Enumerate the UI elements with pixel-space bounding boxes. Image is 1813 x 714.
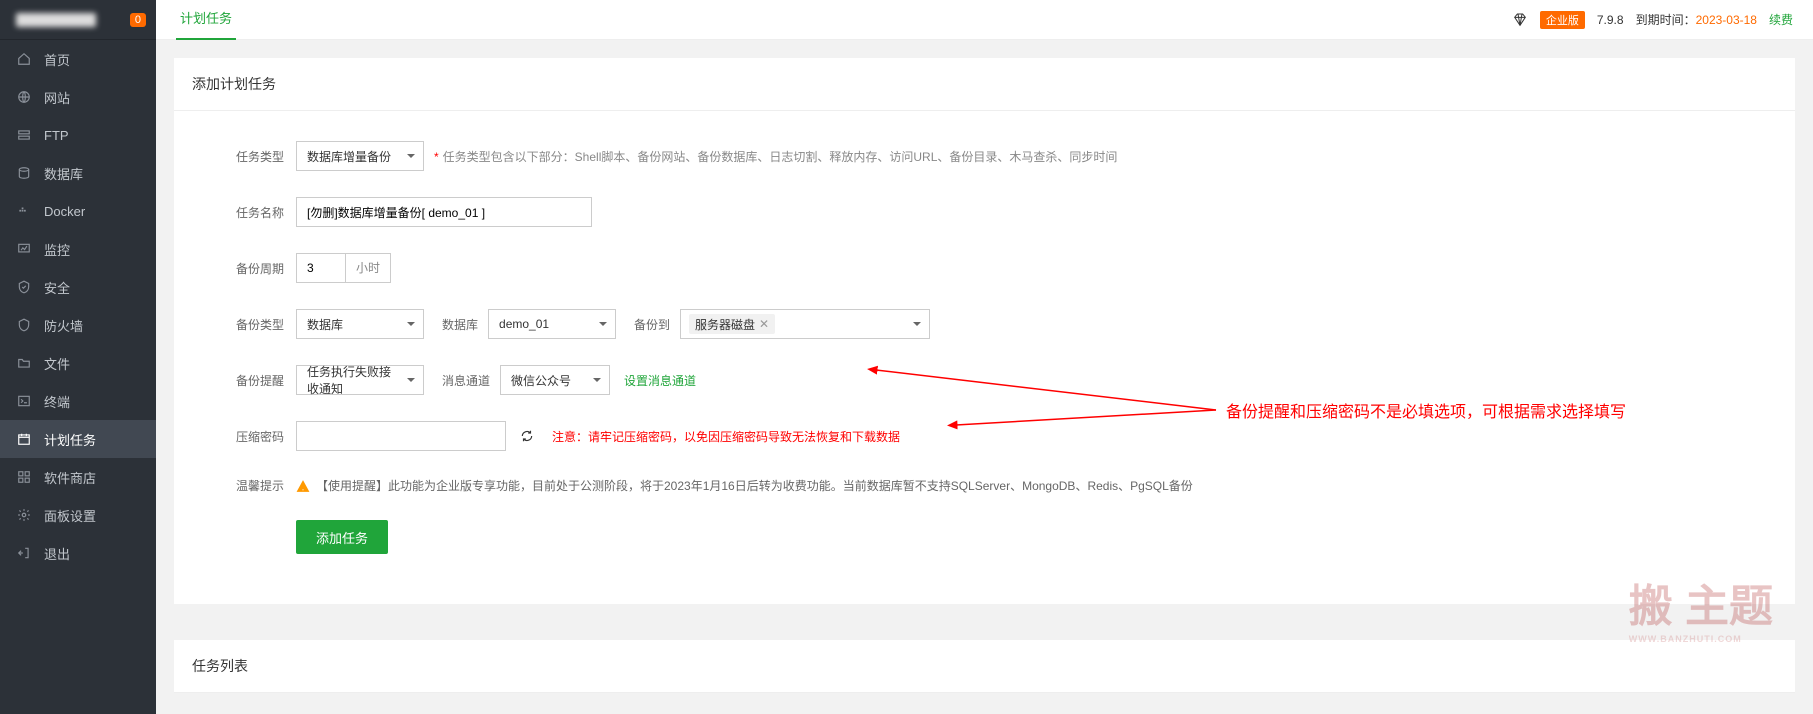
sidebar-item-files[interactable]: 文件 [0, 344, 156, 382]
firewall-icon [14, 318, 34, 332]
sidebar-item-settings[interactable]: 面板设置 [0, 496, 156, 534]
label-compress-pwd: 压缩密码 [224, 428, 284, 445]
sidebar-item-label: 退出 [44, 544, 70, 563]
shield-icon [14, 280, 34, 294]
sidebar-item-cron[interactable]: 计划任务 [0, 420, 156, 458]
sidebar-item-label: 终端 [44, 392, 70, 411]
sidebar-item-label: 数据库 [44, 164, 83, 183]
select-channel[interactable]: 微信公众号 [500, 365, 610, 395]
sidebar-item-site[interactable]: 网站 [0, 78, 156, 116]
form-body: 任务类型 数据库增量备份 *任务类型包含以下部分：Shell脚本、备份网站、备份… [174, 111, 1795, 604]
monitor-icon [14, 242, 34, 256]
add-task-panel: 添加计划任务 任务类型 数据库增量备份 *任务类型包含以下部分：Shell脚本、… [174, 58, 1795, 604]
tab-cron[interactable]: 计划任务 [176, 0, 236, 40]
expire-date: 2023-03-18 [1696, 13, 1757, 27]
globe-icon [14, 90, 34, 104]
calendar-icon [14, 432, 34, 446]
sidebar-item-store[interactable]: 软件商店 [0, 458, 156, 496]
task-list-panel: 任务列表 [174, 640, 1795, 693]
sidebar-item-firewall[interactable]: 防火墙 [0, 306, 156, 344]
sidebar-item-label: FTP [44, 128, 69, 143]
hint-task-type: *任务类型包含以下部分：Shell脚本、备份网站、备份数据库、日志切割、释放内存… [434, 148, 1117, 165]
panel-title: 添加计划任务 [174, 58, 1795, 111]
label-task-type: 任务类型 [224, 148, 284, 165]
select-backup-type[interactable]: 数据库 [296, 309, 424, 339]
sidebar-header: xxxxx 0 [0, 0, 156, 40]
topbar-right: 企业版 7.9.8 到期时间：2023-03-18 续费 [1512, 11, 1793, 29]
docker-icon [14, 204, 34, 218]
diamond-icon [1512, 12, 1528, 28]
label-backup-type: 备份类型 [224, 316, 284, 333]
folder-icon [14, 356, 34, 370]
sidebar: xxxxx 0 首页 网站 FTP 数据库 Docker 监控 安 [0, 0, 156, 714]
label-backup-cycle: 备份周期 [224, 260, 284, 277]
sidebar-item-label: 面板设置 [44, 506, 96, 525]
sidebar-item-ftp[interactable]: FTP [0, 116, 156, 154]
select-db[interactable]: demo_01 [488, 309, 616, 339]
add-task-button[interactable]: 添加任务 [296, 520, 388, 554]
dest-chip: 服务器磁盘 ✕ [689, 314, 775, 334]
logout-icon [14, 546, 34, 560]
label-backup-remind: 备份提醒 [224, 372, 284, 389]
sidebar-item-label: 软件商店 [44, 468, 96, 487]
sidebar-item-label: 文件 [44, 354, 70, 373]
sidebar-item-label: 安全 [44, 278, 70, 297]
select-remind[interactable]: 任务执行失败接收通知 [296, 365, 424, 395]
sidebar-item-monitor[interactable]: 监控 [0, 230, 156, 268]
tip-text: 【使用提醒】此功能为企业版专享功能，目前处于公测阶段，将于2023年1月16日后… [316, 477, 1193, 494]
sidebar-item-label: 计划任务 [44, 430, 96, 449]
sidebar-item-label: 网站 [44, 88, 70, 107]
input-backup-cycle[interactable] [296, 253, 346, 283]
sidebar-item-terminal[interactable]: 终端 [0, 382, 156, 420]
link-config-channel[interactable]: 设置消息通道 [624, 372, 696, 389]
sidebar-item-label: Docker [44, 204, 85, 219]
grid-icon [14, 470, 34, 484]
msg-count-badge[interactable]: 0 [130, 13, 146, 27]
expire-label: 到期时间： [1636, 13, 1696, 27]
refresh-icon[interactable] [520, 429, 534, 443]
input-compress-pwd[interactable] [296, 421, 506, 451]
hint-compress-pwd: 注意：请牢记压缩密码，以免因压缩密码导致无法恢复和下载数据 [552, 428, 900, 445]
sidebar-item-home[interactable]: 首页 [0, 40, 156, 78]
label-task-name: 任务名称 [224, 204, 284, 221]
unit-hours: 小时 [346, 253, 391, 283]
edition-badge: 企业版 [1540, 11, 1585, 29]
sidebar-item-logout[interactable]: 退出 [0, 534, 156, 572]
label-tip: 温馨提示 [224, 477, 284, 494]
task-list-title: 任务列表 [174, 640, 1795, 693]
sidebar-item-db[interactable]: 数据库 [0, 154, 156, 192]
server-name-blurred: xxxxx [16, 13, 96, 27]
annotation-text: 备份提醒和压缩密码不是必填选项，可根据需求选择填写 [1226, 398, 1626, 422]
renew-link[interactable]: 续费 [1769, 11, 1793, 28]
warning-icon [296, 479, 310, 493]
input-task-name[interactable] [296, 197, 592, 227]
sidebar-item-label: 首页 [44, 50, 70, 69]
sidebar-item-docker[interactable]: Docker [0, 192, 156, 230]
sidebar-item-security[interactable]: 安全 [0, 268, 156, 306]
remove-dest-icon[interactable]: ✕ [759, 317, 769, 331]
sidebar-item-label: 防火墙 [44, 316, 83, 335]
select-dest[interactable]: 服务器磁盘 ✕ [680, 309, 930, 339]
label-channel: 消息通道 [442, 372, 490, 389]
sidebar-item-label: 监控 [44, 240, 70, 259]
terminal-icon [14, 394, 34, 408]
version-text: 7.9.8 [1597, 13, 1624, 27]
topbar: 计划任务 企业版 7.9.8 到期时间：2023-03-18 续费 [156, 0, 1813, 40]
label-dest: 备份到 [634, 316, 670, 333]
label-db: 数据库 [442, 316, 478, 333]
ftp-icon [14, 128, 34, 142]
main-area: 计划任务 企业版 7.9.8 到期时间：2023-03-18 续费 添加计划任务… [156, 0, 1813, 714]
gear-icon [14, 508, 34, 522]
home-icon [14, 52, 34, 66]
database-icon [14, 166, 34, 180]
select-task-type[interactable]: 数据库增量备份 [296, 141, 424, 171]
